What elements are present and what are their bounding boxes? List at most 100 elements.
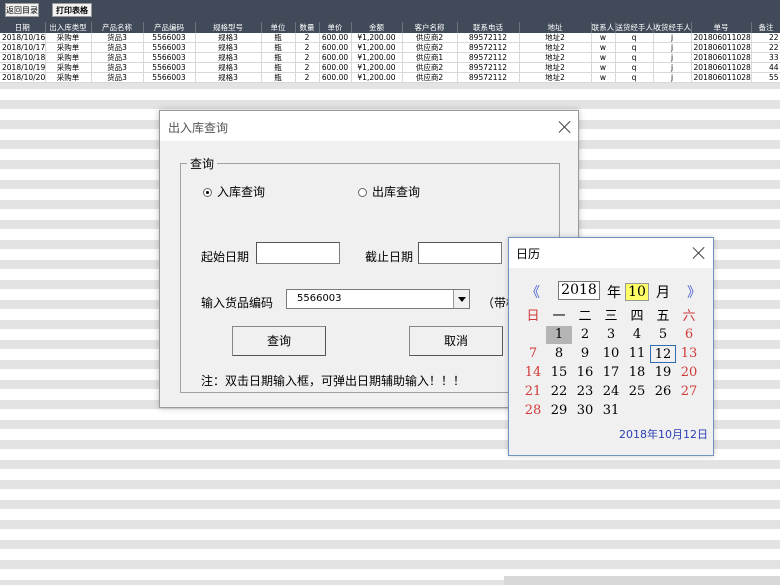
table-row[interactable]: 2018/10/18 采购单 货品3 5566003 规格3 瓶 2 600.00 ¥1,200…	[0, 52, 780, 63]
year-input[interactable]: 2018	[558, 281, 600, 300]
next-month-icon[interactable]: 》	[687, 282, 701, 302]
calendar-day[interactable]: 25	[624, 383, 650, 401]
table-cell[interactable]: 规格3	[195, 62, 262, 73]
table-cell[interactable]: 2018/10/18	[0, 52, 46, 63]
table-cell[interactable]: 货品3	[91, 42, 144, 53]
table-cell[interactable]: 货品3	[91, 33, 144, 43]
table-cell[interactable]: 地址2	[519, 62, 592, 73]
table-cell[interactable]: 22	[751, 42, 780, 53]
calendar-day[interactable]: 7	[520, 345, 546, 363]
table-cell[interactable]: 2018/10/19	[0, 62, 46, 73]
table-cell[interactable]: 供应商2	[402, 42, 458, 53]
table-cell[interactable]: 瓶	[261, 52, 296, 63]
calendar-day[interactable]: 24	[598, 383, 624, 401]
calendar-day[interactable]: 11	[624, 345, 650, 363]
print-table-button[interactable]: 打印表格	[52, 3, 92, 17]
calendar-day[interactable]: 4	[624, 326, 650, 344]
table-cell[interactable]: 201806011028	[691, 72, 752, 83]
calendar-day[interactable]: 9	[572, 345, 598, 363]
table-cell[interactable]: 5566003	[143, 33, 196, 43]
calendar-day[interactable]: 31	[598, 402, 624, 420]
table-cell[interactable]: 瓶	[261, 62, 296, 73]
prev-month-icon[interactable]: 《	[526, 282, 540, 302]
table-cell[interactable]: 2018/10/20	[0, 72, 46, 83]
calendar-day[interactable]: 21	[520, 383, 546, 401]
table-cell[interactable]: 89572112	[457, 52, 520, 63]
table-cell[interactable]: q	[615, 33, 654, 43]
table-row[interactable]: 2018/10/17 采购单 货品3 5566003 规格3 瓶 2 600.00 ¥1,200…	[0, 42, 780, 53]
table-cell[interactable]: ¥1,200.00	[351, 62, 403, 73]
table-cell[interactable]: 供应商1	[402, 52, 458, 63]
radio-out-query[interactable]	[358, 188, 367, 197]
query-button[interactable]: 查询	[232, 326, 326, 356]
table-cell[interactable]: w	[591, 52, 616, 63]
table-cell[interactable]: 2018/10/16	[0, 33, 46, 43]
table-cell[interactable]: 600.00	[319, 72, 352, 83]
table-cell[interactable]: 采购单	[45, 42, 92, 53]
calendar-day[interactable]: 1	[546, 326, 572, 344]
table-cell[interactable]: 5566003	[143, 52, 196, 63]
cancel-button[interactable]: 取消	[409, 326, 503, 356]
calendar-day[interactable]: 5	[650, 326, 676, 344]
calendar-day[interactable]: 16	[572, 364, 598, 382]
calendar-day[interactable]: 17	[598, 364, 624, 382]
table-cell[interactable]: 2	[295, 52, 320, 63]
calendar-day[interactable]: 28	[520, 402, 546, 420]
calendar-day[interactable]: 26	[650, 383, 676, 401]
table-cell[interactable]: 5566003	[143, 72, 196, 83]
table-cell[interactable]: 201806011028	[691, 42, 752, 53]
table-cell[interactable]: 600.00	[319, 42, 352, 53]
table-cell[interactable]: 2	[295, 72, 320, 83]
table-cell[interactable]: 规格3	[195, 52, 262, 63]
table-cell[interactable]: 瓶	[261, 42, 296, 53]
end-date-input[interactable]	[418, 242, 502, 264]
table-cell[interactable]: 规格3	[195, 72, 262, 83]
calendar-day[interactable]: 23	[572, 383, 598, 401]
table-cell[interactable]: q	[615, 72, 654, 83]
table-cell[interactable]: ¥1,200.00	[351, 42, 403, 53]
table-cell[interactable]: 201806011028	[691, 33, 752, 43]
table-cell[interactable]: 瓶	[261, 72, 296, 83]
table-cell[interactable]: 600.00	[319, 62, 352, 73]
table-cell[interactable]: 2018/10/17	[0, 42, 46, 53]
table-cell[interactable]: ¥1,200.00	[351, 33, 403, 43]
table-cell[interactable]: 201806011028	[691, 52, 752, 63]
table-cell[interactable]: w	[591, 62, 616, 73]
calendar-day[interactable]: 19	[650, 364, 676, 382]
table-cell[interactable]: 5566003	[143, 62, 196, 73]
table-cell[interactable]: w	[591, 72, 616, 83]
table-cell[interactable]: 瓶	[261, 33, 296, 43]
table-cell[interactable]: 地址2	[519, 33, 592, 43]
table-cell[interactable]: 地址2	[519, 72, 592, 83]
calendar-day[interactable]: 14	[520, 364, 546, 382]
table-cell[interactable]: 采购单	[45, 62, 92, 73]
table-cell[interactable]: 89572112	[457, 62, 520, 73]
dialog-close-icon[interactable]	[558, 120, 572, 134]
radio-in-query[interactable]	[203, 188, 212, 197]
table-cell[interactable]: 2	[295, 62, 320, 73]
table-cell[interactable]: 供应商2	[402, 33, 458, 43]
table-cell[interactable]: j	[653, 62, 692, 73]
chevron-down-icon[interactable]	[453, 290, 469, 308]
table-cell[interactable]: 采购单	[45, 72, 92, 83]
table-cell[interactable]: j	[653, 42, 692, 53]
today-date[interactable]: 2018年10月12日	[619, 426, 708, 442]
calendar-close-icon[interactable]	[692, 246, 706, 260]
table-cell[interactable]: 600.00	[319, 52, 352, 63]
calendar-day[interactable]: 27	[676, 383, 702, 401]
table-cell[interactable]: 供应商2	[402, 62, 458, 73]
table-cell[interactable]: j	[653, 72, 692, 83]
table-row[interactable]: 2018/10/20 采购单 货品3 5566003 规格3 瓶 2 600.00 ¥1,200…	[0, 72, 780, 83]
calendar-day[interactable]: 3	[598, 326, 624, 344]
table-cell[interactable]: ¥1,200.00	[351, 52, 403, 63]
calendar-day[interactable]: 12	[650, 345, 676, 363]
table-cell[interactable]: 55	[751, 72, 780, 83]
table-cell[interactable]: 5566003	[143, 42, 196, 53]
table-cell[interactable]: q	[615, 62, 654, 73]
table-cell[interactable]: 地址2	[519, 52, 592, 63]
calendar-day[interactable]: 2	[572, 326, 598, 344]
calendar-day[interactable]: 6	[676, 326, 702, 344]
table-cell[interactable]: 600.00	[319, 33, 352, 43]
table-cell[interactable]: 货品3	[91, 72, 144, 83]
calendar-day[interactable]: 30	[572, 402, 598, 420]
